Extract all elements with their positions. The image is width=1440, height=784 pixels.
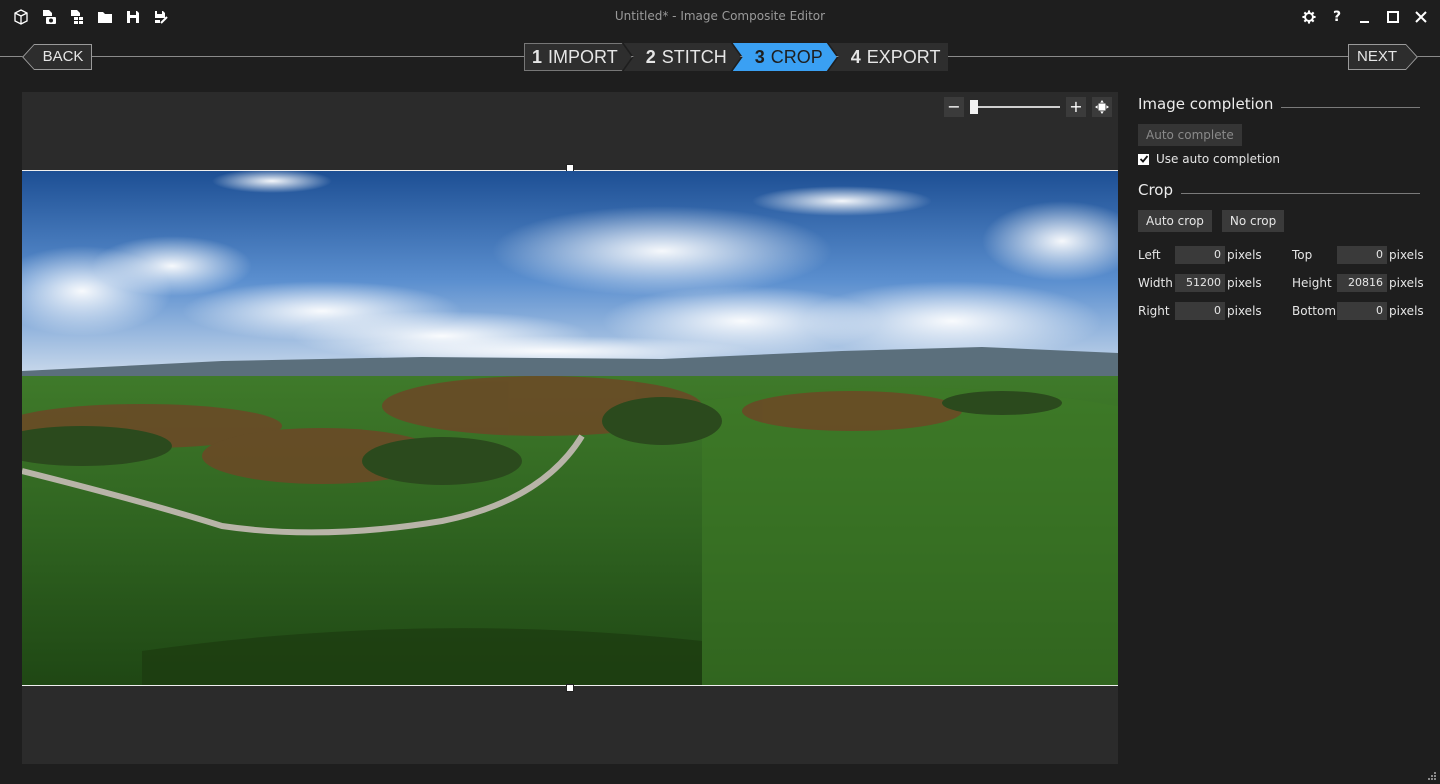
- left-label: Left: [1138, 248, 1161, 262]
- close-icon[interactable]: [1410, 7, 1432, 27]
- left-input[interactable]: 0: [1175, 246, 1225, 264]
- next-button[interactable]: NEXT: [1348, 44, 1418, 70]
- image-completion-header: Image completion: [1138, 92, 1420, 116]
- crop-fields: Left 0 pixels Top 0 pixels Width 51200 p…: [1138, 246, 1424, 336]
- bottom-label: Bottom: [1292, 304, 1337, 318]
- left-unit: pixels: [1227, 248, 1262, 262]
- next-label: NEXT: [1356, 48, 1397, 65]
- right-unit: pixels: [1227, 304, 1262, 318]
- panorama-image: [22, 171, 1118, 685]
- crop-header: Crop: [1138, 178, 1420, 202]
- width-input[interactable]: 51200: [1175, 274, 1225, 292]
- crop-bottom-handle[interactable]: [566, 684, 574, 692]
- height-input[interactable]: 20816: [1337, 274, 1387, 292]
- crop-settings-panel: Image completion Auto complete Use auto …: [1138, 92, 1424, 336]
- section-rule: [1281, 106, 1420, 108]
- window-title: Untitled* - Image Composite Editor: [614, 9, 826, 23]
- zoom-out-button[interactable]: −: [944, 97, 964, 117]
- zoom-slider-track: [970, 106, 1060, 108]
- wizard-steps: 1 IMPORT 2 STITCH 3 CROP 4 EXPORT: [524, 43, 949, 71]
- bottom-unit: pixels: [1389, 304, 1424, 318]
- width-unit: pixels: [1227, 276, 1262, 290]
- minimize-icon[interactable]: [1354, 7, 1376, 27]
- title-bar: Untitled* - Image Composite Editor ?: [0, 0, 1440, 34]
- zoom-slider-thumb[interactable]: [970, 100, 978, 114]
- top-input[interactable]: 0: [1337, 246, 1387, 264]
- step-export[interactable]: 4 EXPORT: [828, 43, 949, 71]
- step-crop[interactable]: 3 CROP: [733, 43, 837, 71]
- width-label: Width: [1138, 276, 1173, 290]
- top-unit: pixels: [1389, 248, 1424, 262]
- use-auto-completion-label: Use auto completion: [1156, 152, 1281, 166]
- resize-grip-icon[interactable]: [1426, 770, 1436, 780]
- preview-canvas[interactable]: − +: [22, 92, 1118, 764]
- use-auto-completion-row: Use auto completion: [1138, 152, 1420, 166]
- section-title: Crop: [1138, 181, 1174, 199]
- maximize-icon[interactable]: [1382, 7, 1404, 27]
- height-unit: pixels: [1389, 276, 1424, 290]
- auto-crop-button[interactable]: Auto crop: [1138, 210, 1212, 232]
- top-label: Top: [1292, 248, 1313, 262]
- step-import[interactable]: 1 IMPORT: [524, 43, 632, 71]
- zoom-slider[interactable]: [970, 97, 1060, 117]
- section-rule: [1181, 192, 1420, 194]
- window-controls: ?: [1298, 7, 1432, 27]
- step-label: EXPORT: [866, 47, 941, 67]
- right-label: Right: [1138, 304, 1170, 318]
- step-label: CROP: [770, 47, 823, 67]
- back-label: BACK: [42, 48, 84, 65]
- zoom-in-button[interactable]: +: [1066, 97, 1086, 117]
- bottom-input[interactable]: 0: [1337, 302, 1387, 320]
- back-button[interactable]: BACK: [22, 44, 92, 70]
- zoom-controls: − +: [944, 97, 1112, 117]
- use-auto-completion-checkbox[interactable]: [1138, 153, 1149, 165]
- step-label: STITCH: [661, 47, 727, 67]
- height-label: Height: [1292, 276, 1332, 290]
- no-crop-button[interactable]: No crop: [1221, 210, 1285, 232]
- settings-icon[interactable]: [1298, 7, 1320, 27]
- help-icon[interactable]: ?: [1326, 7, 1348, 27]
- auto-complete-button[interactable]: Auto complete: [1138, 124, 1242, 146]
- panorama-image-art: [22, 171, 1118, 685]
- step-label: IMPORT: [548, 47, 618, 67]
- fit-to-window-icon[interactable]: [1092, 97, 1112, 117]
- step-stitch[interactable]: 2 STITCH: [624, 43, 741, 71]
- right-input[interactable]: 0: [1175, 302, 1225, 320]
- section-title: Image completion: [1138, 95, 1274, 113]
- checkmark-icon: [1139, 155, 1148, 163]
